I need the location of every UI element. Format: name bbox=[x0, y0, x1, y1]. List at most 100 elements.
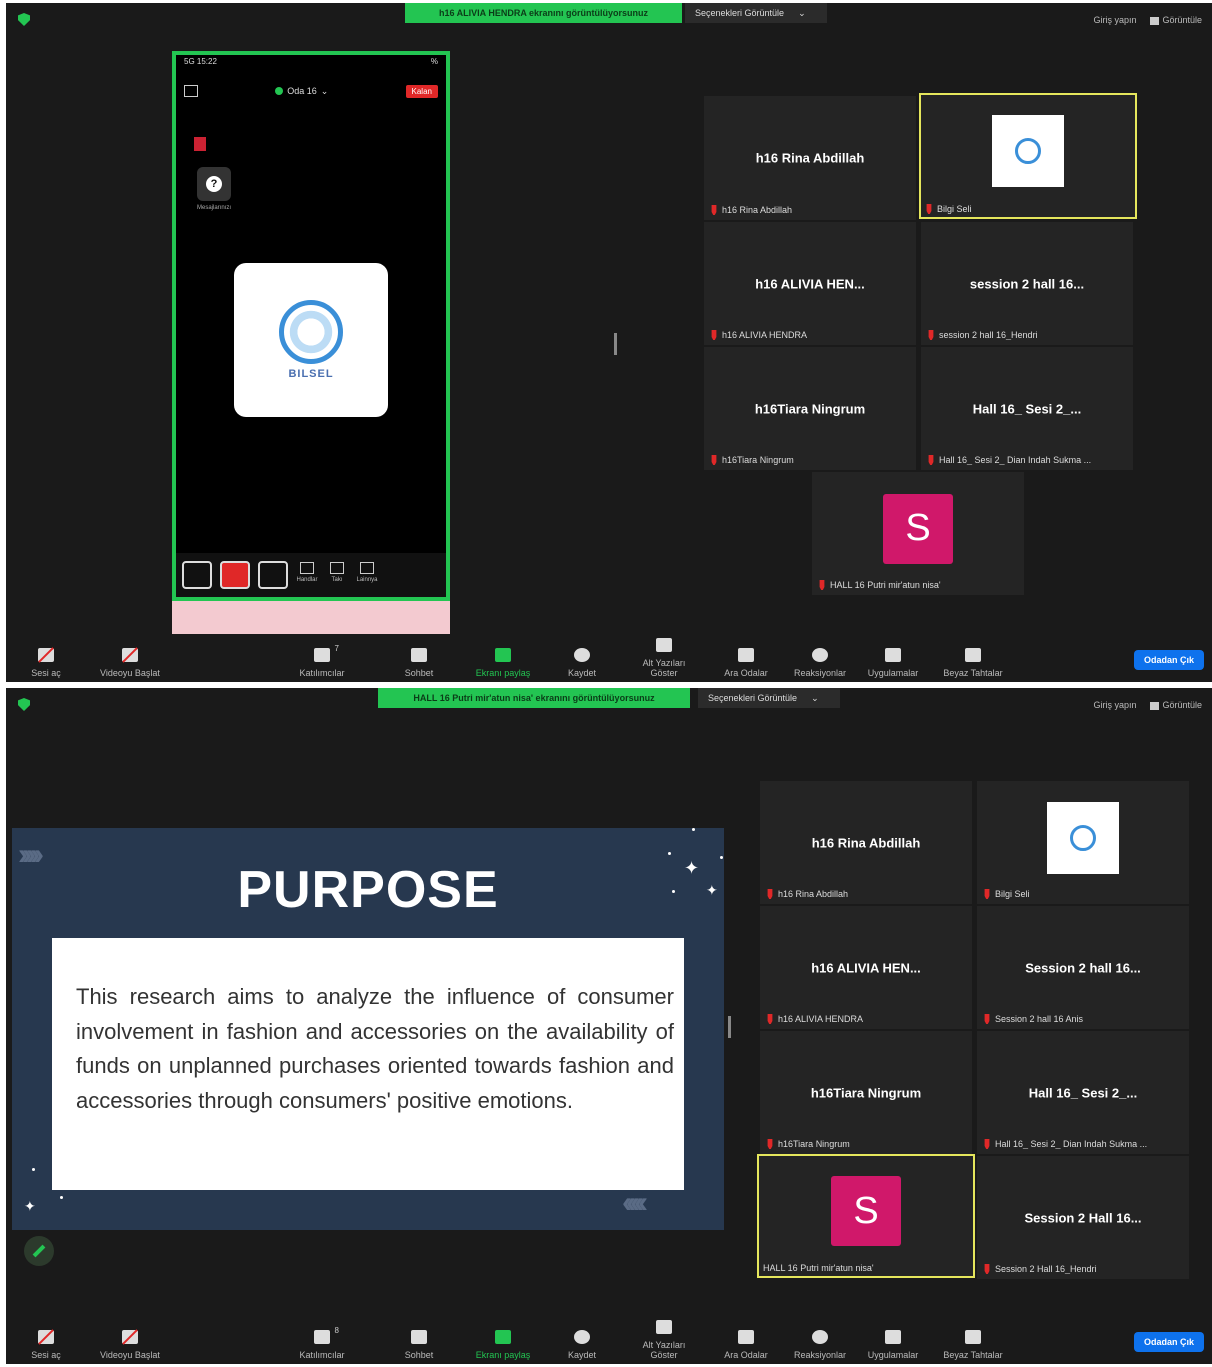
tile-label-text: h16 Rina Abdillah bbox=[778, 889, 849, 899]
captions-button[interactable]: Alt Yazıları Göster bbox=[629, 1320, 699, 1360]
participant-tile[interactable]: h16 Rina Abdillah h16 Rina Abdillah bbox=[760, 781, 972, 904]
participant-tile[interactable]: Bilgi Seli bbox=[977, 781, 1189, 904]
reactions-button[interactable]: Reaksiyonlar bbox=[785, 1330, 855, 1360]
speaker-icon bbox=[184, 85, 198, 97]
view-button[interactable]: Görüntüle bbox=[1150, 700, 1202, 710]
tile-label: h16Tiara Ningrum bbox=[710, 455, 794, 465]
participant-tile[interactable]: h16 ALIVIA HEN... h16 ALIVIA HENDRA bbox=[760, 906, 972, 1029]
breakout-rooms-button[interactable]: Ara Odalar bbox=[711, 648, 781, 678]
tile-name: Hall 16_ Sesi 2_... bbox=[972, 401, 1082, 416]
participant-tile[interactable]: h16 Rina Abdillah h16 Rina Abdillah bbox=[704, 96, 916, 220]
apps-button[interactable]: Uygulamalar bbox=[858, 648, 928, 678]
mic-off-icon bbox=[711, 455, 717, 465]
participants-count: 8 bbox=[334, 1326, 339, 1335]
mic-off-icon bbox=[928, 330, 934, 340]
panel-splitter[interactable] bbox=[728, 1016, 731, 1038]
cc-icon bbox=[656, 1320, 672, 1334]
tile-label: h16 ALIVIA HENDRA bbox=[710, 330, 807, 340]
tile-label-text: h16Tiara Ningrum bbox=[722, 455, 794, 465]
start-video-button[interactable]: Videoyu Başlat bbox=[95, 1330, 165, 1360]
tile-label-text: Hall 16_ Sesi 2_ Dian Indah Sukma ... bbox=[939, 455, 1092, 465]
reactions-button[interactable]: Reaksiyonlar bbox=[785, 648, 855, 678]
zoom-window-1: h16 ALIVIA HENDRA ekranını görüntülüyors… bbox=[6, 3, 1212, 682]
reactions-icon bbox=[812, 648, 828, 662]
phone-help: ? Mesajlarınızı bbox=[194, 167, 234, 211]
share-screen-button[interactable]: Ekranı paylaş bbox=[468, 1330, 538, 1360]
participant-tile[interactable]: h16Tiara Ningrum h16Tiara Ningrum bbox=[704, 347, 916, 470]
help-label: Mesajlarınızı bbox=[196, 205, 231, 211]
unmute-button[interactable]: Sesi aç bbox=[11, 648, 81, 678]
captions-button[interactable]: Alt Yazıları Göster bbox=[629, 638, 699, 678]
participant-tile-active-speaker[interactable]: Bilgi Seli bbox=[919, 93, 1137, 219]
chat-button[interactable]: Sohbet bbox=[384, 648, 454, 678]
view-options-button[interactable]: Seçenekleri Görüntüle ⌄ bbox=[698, 688, 840, 708]
whiteboards-button[interactable]: Beyaz Tahtalar bbox=[938, 648, 1008, 678]
chevron-down-icon: ⌄ bbox=[811, 692, 819, 703]
participant-tile[interactable]: S HALL 16 Putri mir'atun nisa' bbox=[812, 472, 1024, 595]
view-label: Görüntüle bbox=[1162, 15, 1202, 25]
leave-room-button[interactable]: Odadan Çık bbox=[1133, 1332, 1204, 1352]
whiteboard-icon bbox=[965, 1330, 981, 1344]
share-screen-button[interactable]: Ekranı paylaş bbox=[468, 648, 538, 678]
mic-off-icon bbox=[194, 137, 206, 151]
mic-off-icon bbox=[767, 1139, 773, 1149]
phone-tool-handlar: Handlar bbox=[296, 562, 318, 588]
tile-label-text: HALL 16 Putri mir'atun nisa' bbox=[830, 580, 941, 590]
chevrons-left-decoration: ‹‹‹‹‹ bbox=[622, 1186, 648, 1219]
view-options-button[interactable]: Seçenekleri Görüntüle ⌄ bbox=[685, 3, 827, 23]
bilsel-logo-icon bbox=[1015, 137, 1041, 164]
security-shield-icon[interactable] bbox=[18, 698, 30, 711]
start-video-label: Videoyu Başlat bbox=[100, 668, 160, 678]
fullscreen-link[interactable]: Giriş yapın bbox=[1093, 700, 1136, 710]
share-screen-label: Ekranı paylaş bbox=[475, 1350, 531, 1360]
unmute-label: Sesi aç bbox=[31, 668, 61, 678]
breakout-rooms-button[interactable]: Ara Odalar bbox=[711, 1330, 781, 1360]
participants-button[interactable]: 7 Katılımcılar bbox=[287, 644, 357, 678]
view-options-label: Seçenekleri Görüntüle bbox=[695, 8, 785, 18]
tile-label: Hall 16_ Sesi 2_ Dian Indah Sukma ... bbox=[983, 1139, 1147, 1149]
fullscreen-link[interactable]: Giriş yapın bbox=[1093, 15, 1136, 25]
reactions-label: Reaksiyonlar bbox=[793, 1350, 847, 1360]
pencil-icon bbox=[32, 1244, 46, 1258]
security-shield-icon[interactable] bbox=[18, 13, 30, 26]
participant-tile[interactable]: Session 2 Hall 16... Session 2 Hall 16_H… bbox=[977, 1156, 1189, 1279]
participants-button[interactable]: 8 Katılımcılar bbox=[287, 1326, 357, 1360]
room-status-icon bbox=[275, 87, 284, 95]
annotate-button[interactable] bbox=[24, 1236, 54, 1266]
tile-label: HALL 16 Putri mir'atun nisa' bbox=[818, 580, 941, 590]
help-icon: ? bbox=[197, 167, 231, 201]
record-button[interactable]: Kaydet bbox=[547, 648, 617, 678]
grid-view-icon bbox=[1150, 16, 1160, 25]
tile-label: h16 ALIVIA HENDRA bbox=[766, 1014, 863, 1024]
participant-tile-active-speaker[interactable]: S HALL 16 Putri mir'atun nisa' bbox=[757, 1154, 975, 1278]
participant-tile[interactable]: Session 2 hall 16... Session 2 hall 16 A… bbox=[977, 906, 1189, 1029]
slide-body-text: This research aims to analyze the influe… bbox=[76, 984, 674, 1113]
participant-tile[interactable]: Hall 16_ Sesi 2_... Hall 16_ Sesi 2_ Dia… bbox=[977, 1031, 1189, 1154]
breakout-label: Ara Odalar bbox=[724, 1350, 768, 1360]
participants-label: Katılımcılar bbox=[299, 668, 345, 678]
participant-tile[interactable]: h16 ALIVIA HEN... h16 ALIVIA HENDRA bbox=[704, 222, 916, 345]
whiteboards-button[interactable]: Beyaz Tahtalar bbox=[938, 1330, 1008, 1360]
panel-splitter[interactable] bbox=[614, 333, 617, 355]
participant-tile[interactable]: Hall 16_ Sesi 2_... Hall 16_ Sesi 2_ Dia… bbox=[921, 347, 1133, 470]
chat-button[interactable]: Sohbet bbox=[384, 1330, 454, 1360]
view-button[interactable]: Görüntüle bbox=[1150, 15, 1202, 25]
apps-button[interactable]: Uygulamalar bbox=[858, 1330, 928, 1360]
bilsel-logo-icon bbox=[279, 300, 343, 364]
phone-status-left: 5G 15:22 bbox=[184, 57, 217, 66]
tile-name: session 2 hall 16... bbox=[969, 276, 1085, 291]
share-screen-icon bbox=[495, 648, 511, 662]
unmute-button[interactable]: Sesi aç bbox=[11, 1330, 81, 1360]
chevron-down-icon: ⌄ bbox=[798, 7, 806, 18]
record-button[interactable]: Kaydet bbox=[547, 1330, 617, 1360]
participant-tile[interactable]: session 2 hall 16... session 2 hall 16_H… bbox=[921, 222, 1133, 345]
mic-muted-icon bbox=[38, 648, 54, 662]
leave-room-button[interactable]: Odadan Çık bbox=[1133, 650, 1204, 670]
start-video-button[interactable]: Videoyu Başlat bbox=[95, 648, 165, 678]
phone-tool-label: Lainnya bbox=[356, 577, 378, 583]
participant-logo bbox=[1047, 801, 1119, 874]
room-name: Oda 16 bbox=[287, 86, 317, 96]
participant-tile[interactable]: h16Tiara Ningrum h16Tiara Ningrum bbox=[760, 1031, 972, 1154]
record-icon bbox=[574, 1330, 590, 1344]
grid-view-icon bbox=[1150, 701, 1160, 710]
